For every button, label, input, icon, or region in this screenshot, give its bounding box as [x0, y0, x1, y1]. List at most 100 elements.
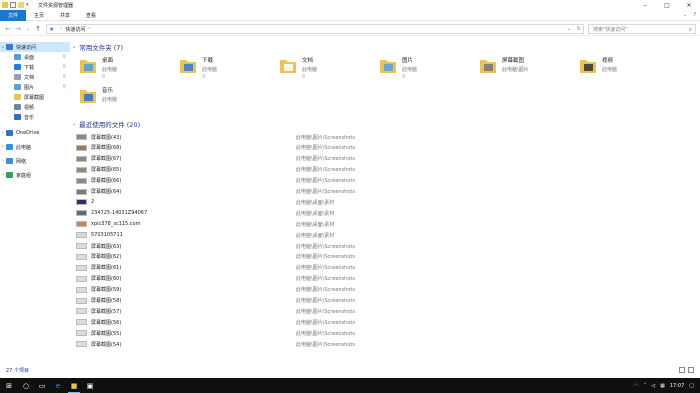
- sidebar-item[interactable]: 屏幕截图: [0, 92, 70, 102]
- large-icons-view-icon[interactable]: [688, 367, 694, 373]
- sidebar-item[interactable]: › 此电脑: [0, 142, 70, 152]
- file-explorer-taskbar-icon[interactable]: ■: [66, 378, 82, 393]
- maximize-button[interactable]: □: [656, 0, 678, 10]
- recent-file-row[interactable]: 屏幕截图(55) 此电脑\图片\Screenshots: [76, 328, 696, 338]
- input-method-icon[interactable]: ▦: [660, 383, 665, 389]
- back-button[interactable]: ←: [3, 24, 13, 34]
- download-folder-icon: [178, 56, 198, 76]
- pin-icon: ⚲: [202, 74, 206, 80]
- file-name: 屏幕截图(62): [91, 254, 122, 261]
- close-button[interactable]: ✕: [678, 0, 700, 10]
- cortana-icon[interactable]: ○: [18, 378, 34, 393]
- file-explorer-window: ▾ 文件资源管理器 – □ ✕ 文件 主页 共享 查看 ⌄ ? ← → ⌄ ↑ …: [0, 0, 700, 393]
- recent-file-row[interactable]: 屏幕截图(59) 此电脑\图片\Screenshots: [76, 285, 696, 295]
- file-thumbnail-icon: [76, 221, 87, 228]
- recent-file-row[interactable]: 屏幕截图(64) 此电脑\图片\Screenshots: [76, 187, 696, 197]
- recent-file-row[interactable]: 5703105711 此电脑\桌面\素材: [76, 230, 696, 240]
- sidebar-item[interactable]: 图片 ⚲: [0, 82, 70, 92]
- minimize-button[interactable]: –: [634, 0, 656, 10]
- sidebar-item[interactable]: › OneDrive: [0, 128, 70, 138]
- folder-name: 图片: [402, 58, 414, 64]
- file-thumbnail-icon: [76, 297, 87, 304]
- folder-tile[interactable]: 视频 此电脑: [578, 56, 673, 86]
- recent-file-row[interactable]: 屏幕截图(65) 此电脑\图片\Screenshots: [76, 165, 696, 175]
- task-view-icon[interactable]: ▭: [34, 378, 50, 393]
- frequent-folders-header[interactable]: ⌄ 常用文件夹 (7): [72, 42, 123, 52]
- recent-file-row[interactable]: 234725-14031Z94067 此电脑\桌面\素材: [76, 208, 696, 218]
- folder-icon[interactable]: [2, 2, 8, 8]
- edge-icon[interactable]: e: [50, 378, 66, 393]
- sidebar-item[interactable]: 桌面 ⚲: [0, 52, 70, 62]
- tab-view[interactable]: 查看: [78, 10, 104, 21]
- sidebar-item[interactable]: 视频: [0, 102, 70, 112]
- sidebar-item-label: 桌面: [24, 54, 35, 61]
- recent-file-row[interactable]: 屏幕截图(62) 此电脑\图片\Screenshots: [76, 252, 696, 262]
- file-thumbnail-icon: [76, 243, 87, 249]
- recent-locations-icon[interactable]: ⌄: [23, 24, 33, 34]
- new-folder-icon[interactable]: [18, 2, 24, 8]
- file-name: 屏幕截图(67): [91, 156, 122, 163]
- recent-file-row[interactable]: 屏幕截图(58) 此电脑\图片\Screenshots: [76, 296, 696, 306]
- folder-name: 文档: [302, 58, 314, 64]
- search-input[interactable]: 搜索"快速访问" ⌕: [588, 24, 696, 34]
- start-button[interactable]: ⊞: [0, 378, 18, 393]
- recent-file-row[interactable]: 屏幕截图(57) 此电脑\图片\Screenshots: [76, 306, 696, 316]
- recent-file-row[interactable]: 屏幕截图(68) 此电脑\图片\Screenshots: [76, 143, 696, 153]
- recent-file-row[interactable]: 屏幕截图(63) 此电脑\图片\Screenshots: [76, 241, 696, 251]
- folder-tile[interactable]: 文档 此电脑 ⚲: [278, 56, 373, 86]
- refresh-icon[interactable]: ↻: [577, 26, 581, 32]
- folder-tile[interactable]: 音乐 此电脑: [78, 86, 173, 116]
- store-icon[interactable]: ▣: [82, 378, 98, 393]
- wifi-icon[interactable]: ◠: [634, 383, 638, 389]
- folder-tile[interactable]: 屏幕截图 此电脑\图片: [478, 56, 573, 86]
- pin-icon: ⚲: [62, 64, 66, 70]
- volume-icon[interactable]: ◁: [651, 383, 655, 389]
- recent-file-row[interactable]: 屏幕截图(43) 此电脑\图片\Screenshots: [76, 132, 696, 142]
- help-icon[interactable]: ?: [693, 12, 696, 18]
- show-hidden-icons[interactable]: ˄: [644, 383, 647, 389]
- chevron-down-icon[interactable]: ▾: [26, 2, 32, 8]
- sidebar-item[interactable]: › 家庭组: [0, 170, 70, 180]
- recent-file-row[interactable]: 屏幕截图(66) 此电脑\图片\Screenshots: [76, 176, 696, 186]
- details-view-icon[interactable]: [679, 367, 685, 373]
- address-bar[interactable]: ★ › 快速访问 › ⌄ ↻: [46, 24, 584, 34]
- tab-home[interactable]: 主页: [26, 10, 52, 21]
- breadcrumb-quick-access[interactable]: 快速访问: [65, 26, 85, 33]
- tab-share[interactable]: 共享: [52, 10, 78, 21]
- forward-button[interactable]: →: [13, 24, 23, 34]
- recent-file-row[interactable]: 2 此电脑\桌面\素材: [76, 197, 696, 207]
- chevron-down-icon[interactable]: ⌄: [567, 26, 571, 32]
- recent-files-header[interactable]: ⌄ 最近使用的文件 (20): [72, 119, 140, 129]
- sidebar-item[interactable]: 音乐: [0, 112, 70, 122]
- file-thumbnail-icon: [76, 341, 87, 348]
- ribbon-tabs: 文件 主页 共享 查看 ⌄ ?: [0, 9, 700, 21]
- sidebar-item-label: OneDrive: [16, 130, 40, 136]
- notification-icon[interactable]: ▢: [689, 383, 694, 389]
- recent-file-row[interactable]: 屏幕截图(60) 此电脑\图片\Screenshots: [76, 274, 696, 284]
- recent-file-row[interactable]: xpic378_sc115.com 此电脑\桌面\素材: [76, 219, 696, 229]
- recent-file-row[interactable]: 屏幕截图(61) 此电脑\图片\Screenshots: [76, 263, 696, 273]
- file-name: 屏幕截图(58): [91, 298, 122, 304]
- recent-file-row[interactable]: 屏幕截图(56) 此电脑\图片\Screenshots: [76, 317, 696, 327]
- up-button[interactable]: ↑: [33, 24, 43, 34]
- sidebar-item[interactable]: 文档 ⚲: [0, 72, 70, 82]
- tab-file[interactable]: 文件: [0, 9, 27, 21]
- folder-tile[interactable]: 下载 此电脑 ⚲: [178, 56, 273, 86]
- properties-icon[interactable]: [10, 2, 16, 8]
- folder-tile[interactable]: 桌面 此电脑 ⚲: [78, 56, 173, 86]
- recent-file-row[interactable]: 屏幕截图(67) 此电脑\图片\Screenshots: [76, 154, 696, 164]
- clock[interactable]: 17:07: [670, 383, 684, 389]
- taskbar: ⊞ ○ ▭ e ■ ▣ ◠ ˄ ◁ ▦ 17:07 ▢: [0, 378, 700, 393]
- sidebar-item[interactable]: › 网络: [0, 156, 70, 166]
- folder-tile[interactable]: 图片 此电脑 ⚲: [378, 56, 473, 86]
- quick-access-toolbar: ▾: [0, 2, 32, 8]
- folder-name: 屏幕截图: [502, 58, 525, 64]
- sidebar-item[interactable]: 下载 ⚲: [0, 62, 70, 72]
- recent-file-row[interactable]: 屏幕截图(54) 此电脑\图片\Screenshots: [76, 339, 696, 349]
- file-path: 此电脑\图片\Screenshots: [296, 156, 355, 163]
- file-name: 5703105711: [91, 232, 123, 239]
- expand-ribbon-icon[interactable]: ⌄: [683, 12, 687, 18]
- folder-location: 此电脑: [102, 97, 118, 103]
- chevron-down-icon: ⌄: [72, 44, 77, 50]
- sidebar-item[interactable]: ⌄ 快速访问: [0, 42, 70, 52]
